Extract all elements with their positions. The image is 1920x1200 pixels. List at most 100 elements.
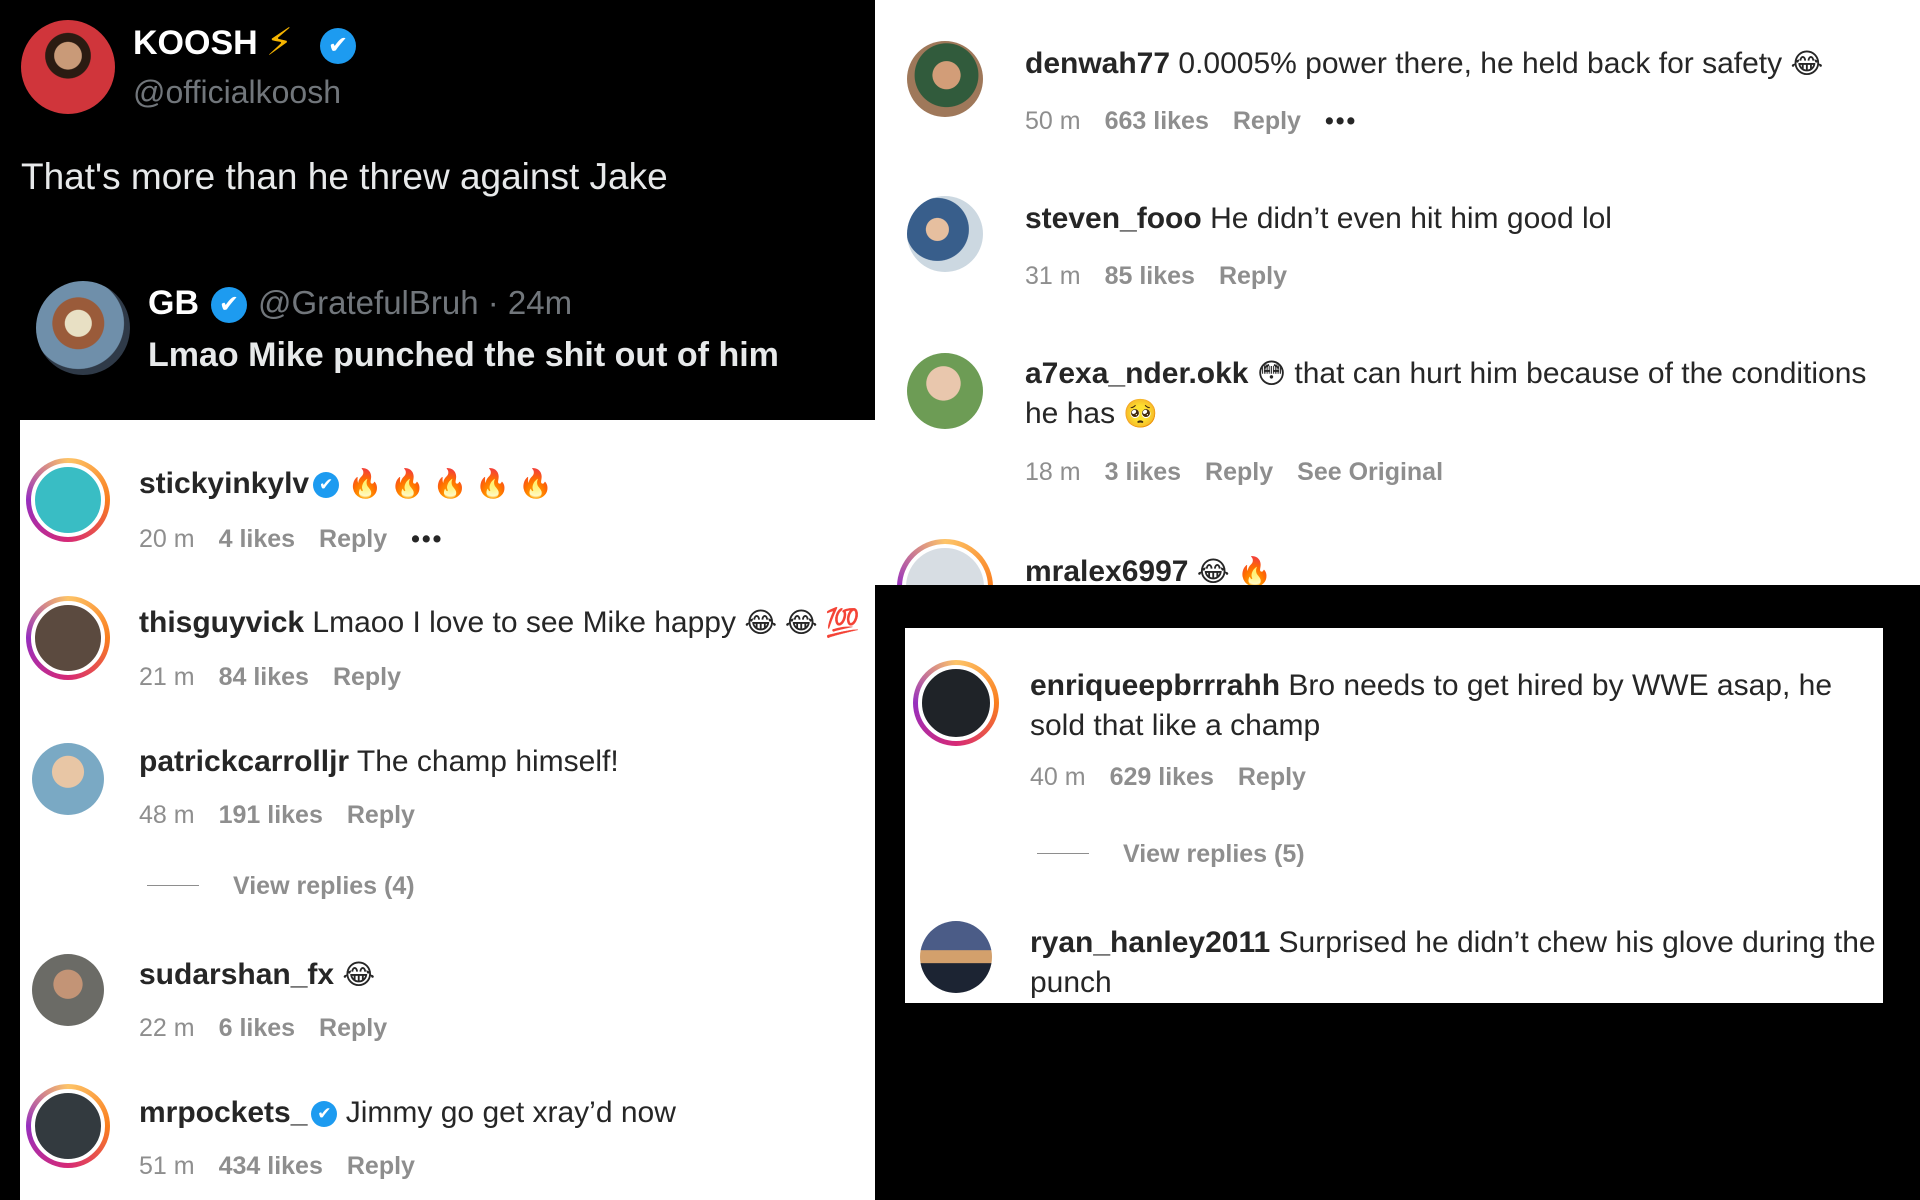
view-replies-button[interactable]: View replies (5) xyxy=(1037,840,1305,869)
reply-button[interactable]: Reply xyxy=(1205,458,1273,486)
comment-line: denwah77 0.0005% power there, he held ba… xyxy=(1025,44,1823,84)
tweet-panel: KOOSH ⚡ ✔ @officialkoosh That's more tha… xyxy=(0,0,875,420)
comment-line: ryan_hanley2011 Surprised he didn’t chew… xyxy=(1030,923,1880,1003)
comment-line: enriqueepbrrrahh Bro needs to get hired … xyxy=(1030,666,1865,746)
comment-username[interactable]: a7exa_nder.okk xyxy=(1025,357,1249,390)
quoted-author-name[interactable]: GB xyxy=(148,284,199,323)
reply-button[interactable]: Reply xyxy=(1238,763,1306,791)
comment-username[interactable]: ryan_hanley2011 xyxy=(1030,926,1270,959)
comment-line: steven_fooo He didn’t even hit him good … xyxy=(1025,199,1612,239)
verified-badge-icon: ✔ xyxy=(313,472,340,498)
comment-meta: 20 m 4 likes Reply ••• xyxy=(139,525,467,554)
comment-text: Jimmy go get xray’d now xyxy=(345,1096,676,1129)
more-options-icon[interactable]: ••• xyxy=(1325,107,1357,135)
reply-button[interactable]: Reply xyxy=(319,1014,387,1042)
flushed-emoji: 😳 xyxy=(1256,358,1287,389)
likes-count[interactable]: 6 likes xyxy=(219,1014,295,1042)
comment-text: 0.0005% power there, he held back for sa… xyxy=(1178,47,1783,80)
comment-line: patrickcarrolljr The champ himself! xyxy=(139,742,619,782)
comment-time: 20 m xyxy=(139,525,195,553)
comment-username[interactable]: patrickcarrolljr xyxy=(139,745,349,778)
comment-meta: 22 m 6 likes Reply xyxy=(139,1014,411,1043)
avatar[interactable] xyxy=(907,196,983,272)
reply-button[interactable]: Reply xyxy=(347,801,415,829)
likes-count[interactable]: 84 likes xyxy=(219,663,309,691)
laughing-emoji: 😂 xyxy=(1790,48,1824,79)
laughing-fire-emoji: 😂 🔥 xyxy=(1196,556,1273,585)
avatar[interactable] xyxy=(913,660,999,746)
comment-meta: 31 m 85 likes Reply xyxy=(1025,262,1311,291)
comment-line: mralex6997 😂 🔥 xyxy=(1025,552,1272,585)
tweet-text: That's more than he threw against Jake xyxy=(21,156,668,197)
comment-text: Lmaoo I love to see Mike happy xyxy=(312,606,736,639)
avatar[interactable] xyxy=(907,41,983,117)
comment-meta: 18 m 3 likes Reply See Original xyxy=(1025,458,1467,487)
likes-count[interactable]: 629 likes xyxy=(1110,763,1214,791)
comment-line: stickyinkylv ✔ 🔥 🔥 🔥 🔥 🔥 xyxy=(139,464,553,504)
comment-time: 51 m xyxy=(139,1152,195,1180)
right-bottom-comments-panel: enriqueepbrrrahh Bro needs to get hired … xyxy=(905,628,1883,1003)
comment-line: a7exa_nder.okk 😳 that can hurt him becau… xyxy=(1025,354,1885,434)
quoted-author-avatar[interactable] xyxy=(36,281,130,375)
comment-time: 31 m xyxy=(1025,262,1081,290)
avatar[interactable] xyxy=(32,743,104,815)
replies-divider xyxy=(147,885,199,886)
tweet-author-handle[interactable]: @officialkoosh xyxy=(133,74,341,111)
avatar[interactable] xyxy=(26,596,110,680)
comment-time: 21 m xyxy=(139,663,195,691)
likes-count[interactable]: 434 likes xyxy=(219,1152,323,1180)
comment-meta: 51 m 434 likes Reply xyxy=(139,1152,439,1181)
comment-username[interactable]: sudarshan_fx xyxy=(139,958,334,991)
reply-button[interactable]: Reply xyxy=(1233,107,1301,135)
comment-line: thisguyvick Lmaoo I love to see Mike hap… xyxy=(139,603,860,643)
quoted-handle-and-time[interactable]: @GratefulBruh · 24m xyxy=(258,284,572,322)
avatar[interactable] xyxy=(897,539,993,585)
comment-time: 22 m xyxy=(139,1014,195,1042)
view-replies-label: View replies (4) xyxy=(233,872,415,900)
quoted-verified-badge-icon: ✔ xyxy=(211,287,247,323)
comment-line: mrpockets_ ✔ Jimmy go get xray’d now xyxy=(139,1093,676,1133)
reply-button[interactable]: Reply xyxy=(319,525,387,553)
likes-count[interactable]: 4 likes xyxy=(219,525,295,553)
comment-time: 18 m xyxy=(1025,458,1081,486)
fire-emoji: 🔥 🔥 🔥 🔥 🔥 xyxy=(347,468,553,499)
laughing-emoji: 😂 😂 💯 xyxy=(744,607,861,638)
view-replies-button[interactable]: View replies (4) xyxy=(147,872,415,901)
avatar[interactable] xyxy=(907,353,983,429)
tweet-author-avatar[interactable] xyxy=(21,20,115,114)
comment-time: 48 m xyxy=(139,801,195,829)
avatar[interactable] xyxy=(920,921,992,993)
comment-username[interactable]: thisguyvick xyxy=(139,606,304,639)
comment-text: He didn’t even hit him good lol xyxy=(1210,202,1612,235)
reply-button[interactable]: Reply xyxy=(1219,262,1287,290)
quoted-tweet-text: Lmao Mike punched the shit out of him xyxy=(148,336,779,374)
comment-username[interactable]: mralex6997 xyxy=(1025,555,1188,585)
comment-time: 40 m xyxy=(1030,763,1086,791)
verified-badge-icon: ✔ xyxy=(320,28,356,64)
comment-username[interactable]: enriqueepbrrrahh xyxy=(1030,669,1280,702)
comment-username[interactable]: stickyinkylv xyxy=(139,467,309,500)
right-top-comments-panel: denwah77 0.0005% power there, he held ba… xyxy=(875,0,1920,585)
reply-button[interactable]: Reply xyxy=(347,1152,415,1180)
likes-count[interactable]: 663 likes xyxy=(1105,107,1209,135)
comment-line: sudarshan_fx 😂 xyxy=(139,955,375,995)
likes-count[interactable]: 85 likes xyxy=(1105,262,1195,290)
tweet-author-name[interactable]: KOOSH xyxy=(133,24,258,63)
reply-button[interactable]: Reply xyxy=(333,663,401,691)
pleading-emoji: 🥺 xyxy=(1123,398,1159,429)
comment-username[interactable]: denwah77 xyxy=(1025,47,1170,80)
comment-text: The champ himself! xyxy=(356,745,619,778)
verified-badge-icon: ✔ xyxy=(311,1101,338,1127)
left-comments-panel: stickyinkylv ✔ 🔥 🔥 🔥 🔥 🔥 20 m4 likes Reply… xyxy=(20,420,875,1200)
see-original-button[interactable]: See Original xyxy=(1297,458,1443,486)
comment-meta: 50 m 663 likes Reply ••• xyxy=(1025,107,1381,136)
comment-username[interactable]: steven_fooo xyxy=(1025,202,1202,235)
avatar[interactable] xyxy=(26,458,110,542)
avatar[interactable] xyxy=(32,954,104,1026)
more-options-icon[interactable]: ••• xyxy=(411,525,443,553)
comment-username[interactable]: mrpockets_ xyxy=(139,1096,307,1129)
likes-count[interactable]: 191 likes xyxy=(219,801,323,829)
likes-count[interactable]: 3 likes xyxy=(1105,458,1181,486)
comment-meta: 40 m 629 likes Reply xyxy=(1030,763,1330,792)
avatar[interactable] xyxy=(26,1084,110,1168)
